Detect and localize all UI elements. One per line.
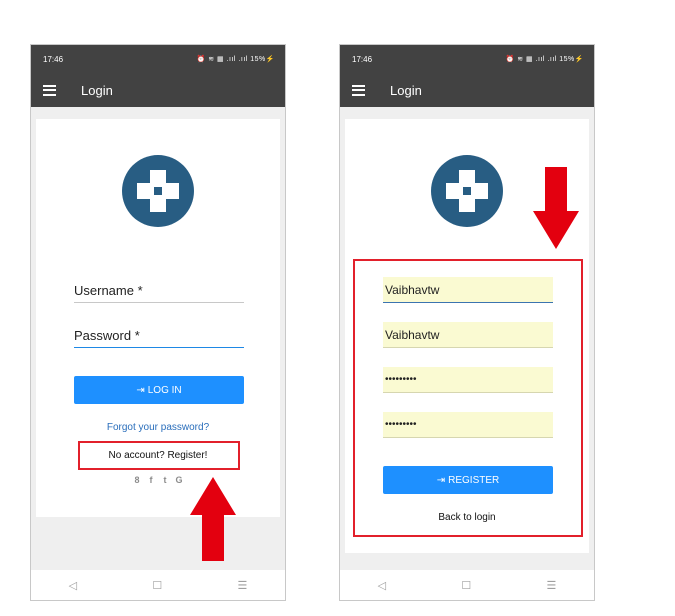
app-logo-icon (122, 155, 194, 227)
username-input[interactable]: Vaibhavtw (383, 277, 553, 303)
password-input[interactable]: ••••••••• (383, 367, 553, 393)
app-bar: Login (31, 73, 285, 107)
password-label: Password * (74, 328, 140, 343)
recents-nav-icon[interactable]: ☰ (546, 579, 556, 592)
register-link[interactable]: No account? Register! (36, 450, 280, 461)
home-nav-icon[interactable]: ☐ (152, 579, 162, 592)
google-icon[interactable]: G (175, 475, 184, 485)
recents-nav-icon[interactable]: ☰ (237, 579, 247, 592)
username-label: Username * (74, 283, 143, 298)
facebook-icon[interactable]: f (147, 475, 156, 485)
phone-login-screen: 17:46 ⏰ ≋ ▦ .ııl .ııl 15%⚡ Login Usernam… (30, 44, 286, 601)
social-login-icons: 8 f t G (36, 475, 280, 485)
register-button[interactable]: ⇥ REGISTER (383, 466, 553, 494)
red-up-arrow-icon (190, 477, 236, 561)
status-time: 17:46 (43, 54, 64, 64)
status-time: 17:46 (352, 54, 373, 64)
register-icon: ⇥ (436, 474, 446, 486)
login-button[interactable]: ⇥ LOG IN (74, 376, 244, 404)
username-field[interactable]: Username * (74, 281, 244, 303)
menu-icon[interactable] (43, 84, 56, 96)
back-nav-icon[interactable]: ◁ (378, 579, 386, 592)
register-button-label: REGISTER (448, 474, 500, 486)
app-bar: Login (340, 73, 594, 107)
home-nav-icon[interactable]: ☐ (461, 579, 471, 592)
phone-register-screen: 17:46 ⏰ ≋ ▦ .ııl .ııl 15%⚡ Login Vaibhav… (339, 44, 595, 601)
back-to-login-link[interactable]: Back to login (345, 512, 589, 523)
login-button-label: LOG IN (147, 384, 182, 396)
twitter-icon[interactable]: t (161, 475, 170, 485)
menu-icon[interactable] (352, 84, 365, 96)
status-bar: 17:46 ⏰ ≋ ▦ .ııl .ııl 15%⚡ (340, 45, 594, 73)
android-nav-bar: ◁ ☐ ☰ (340, 570, 594, 600)
confirm-password-input[interactable]: ••••••••• (383, 412, 553, 438)
status-icons: ⏰ ≋ ▦ .ııl .ııl 15%⚡ (505, 56, 584, 63)
forgot-password-link[interactable]: Forgot your password? (36, 422, 280, 433)
android-nav-bar: ◁ ☐ ☰ (31, 570, 285, 600)
login-card: Username * Password * ⇥ LOG IN Forgot yo… (36, 119, 280, 517)
red-down-arrow-icon (533, 167, 579, 249)
appbar-title: Login (390, 82, 422, 98)
login-icon: ⇥ (136, 384, 145, 396)
openid-icon[interactable]: 8 (133, 475, 142, 485)
status-icons: ⏰ ≋ ▦ .ııl .ııl 15%⚡ (196, 56, 275, 63)
app-logo-icon (431, 155, 503, 227)
appbar-title: Login (81, 82, 113, 98)
back-nav-icon[interactable]: ◁ (69, 579, 77, 592)
status-bar: 17:46 ⏰ ≋ ▦ .ııl .ııl 15%⚡ (31, 45, 285, 73)
password-field[interactable]: Password * (74, 326, 244, 348)
display-name-input[interactable]: Vaibhavtw (383, 322, 553, 348)
